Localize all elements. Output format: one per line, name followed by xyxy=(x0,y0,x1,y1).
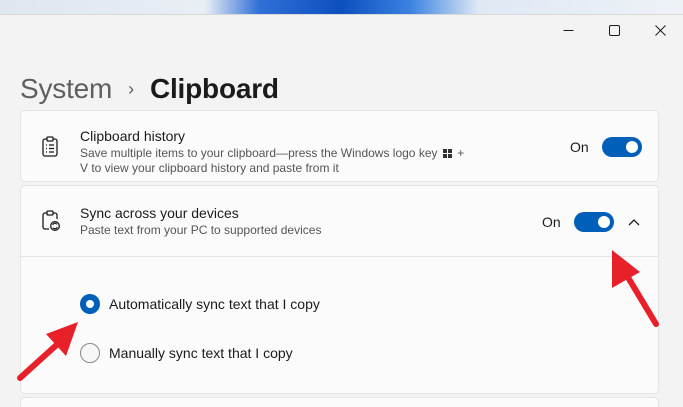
clipboard-history-toggle-label: On xyxy=(570,139,589,155)
minimize-button[interactable] xyxy=(545,15,591,45)
radio-auto-sync[interactable]: Automatically sync text that I copy xyxy=(80,294,320,314)
sync-devices-description: Paste text from your PC to supported dev… xyxy=(80,223,322,237)
sync-devices-title: Sync across your devices xyxy=(80,205,239,221)
sync-toggle-label: On xyxy=(542,214,561,230)
desktop-wallpaper xyxy=(0,0,683,14)
clipboard-sync-icon xyxy=(42,210,60,231)
clipboard-history-title: Clipboard history xyxy=(80,128,186,144)
clipboard-history-desc-part1: Save multiple items to your clipboard—pr… xyxy=(80,146,438,160)
maximize-icon xyxy=(608,24,620,36)
clipboard-history-card: Clipboard history Save multiple items to… xyxy=(20,110,659,182)
clipboard-history-toggle[interactable] xyxy=(602,137,642,157)
page-title: Clipboard xyxy=(149,73,279,104)
maximize-button[interactable] xyxy=(591,15,637,45)
minimize-icon xyxy=(563,29,573,31)
windows-logo-icon xyxy=(442,149,452,159)
clipboard-history-description: Save multiple items to your clipboard—pr… xyxy=(80,146,480,176)
clipboard-history-desc-plus: + xyxy=(457,146,465,160)
chevron-up-icon[interactable] xyxy=(627,215,641,229)
annotation-arrow-right xyxy=(612,250,659,327)
breadcrumb-separator: › xyxy=(128,78,134,99)
sync-section-divider xyxy=(21,256,658,257)
window-controls xyxy=(545,15,683,45)
sync-toggle[interactable] xyxy=(574,212,614,232)
breadcrumb: System › Clipboard xyxy=(20,73,279,105)
sync-devices-card: Sync across your devices Paste text from… xyxy=(20,185,659,394)
annotation-arrow-left xyxy=(17,322,78,381)
radio-manual-sync[interactable]: Manually sync text that I copy xyxy=(80,343,293,363)
close-icon xyxy=(654,24,666,36)
next-setting-card xyxy=(20,397,659,407)
radio-manual-sync-label: Manually sync text that I copy xyxy=(109,345,293,361)
clipboard-history-desc-part3: V to view your clipboard history and pas… xyxy=(80,161,339,175)
radio-auto-sync-circle[interactable] xyxy=(80,294,100,314)
breadcrumb-system[interactable]: System xyxy=(20,73,112,105)
clipboard-list-icon xyxy=(42,136,58,157)
radio-auto-sync-label: Automatically sync text that I copy xyxy=(109,296,320,312)
close-button[interactable] xyxy=(637,15,683,45)
